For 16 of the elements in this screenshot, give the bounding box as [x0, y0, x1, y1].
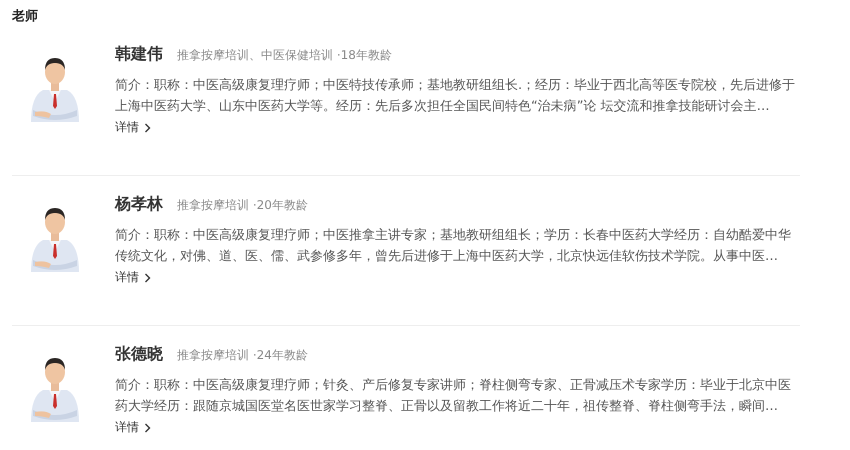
teacher-bio: 简介：职称：中医高级康复理疗师；针灸、产后修复专家讲师；脊柱侧弯专家、正骨减压术专家学历：毕业于北京中医药大学经历：跟随京城国医堂名医世家学习整脊、正骨以及留教工作将近二十年，祖传整脊、脊柱侧弯手法，瞬间…: [115, 377, 792, 416]
teacher-bio: 简介：职称：中医高级康复理疗师；中医推拿主讲专家；基地教研组组长；学历：长春中医药大学经历：自幼酷爱中华传统文化，对佛、道、医、儒、武参修多年，曾先后进修于上海中医药大学，北京快远佳软伤技术学院。从事中医…: [115, 227, 792, 266]
teacher-tags: 推拿按摩培训 ·20年教龄: [177, 197, 308, 214]
details-link[interactable]: 详情: [115, 119, 151, 136]
details-link[interactable]: 详情: [115, 419, 151, 436]
section-title: 老师: [12, 8, 38, 26]
teacher-name: 韩建伟: [115, 44, 163, 65]
chevron-right-icon: [144, 122, 151, 132]
chevron-right-icon: [144, 272, 151, 282]
chevron-right-icon: [144, 422, 151, 432]
details-link[interactable]: 详情: [115, 269, 151, 286]
teacher-name: 杨孝林: [115, 194, 163, 215]
teacher-tags: 推拿按摩培训 ·24年教龄: [177, 347, 308, 364]
teacher-name: 张德晓: [115, 344, 163, 365]
teacher-bio: 简介：职称：中医高级康复理疗师；中医特技传承师；基地教研组组长.；经历：毕业于西北高等医专院校，先后进修于上海中医药大学、山东中医药大学等。经历：先后多次担任全国民间特色“治未病”论 坛交流和推拿技能研讨会主…: [115, 77, 796, 116]
teacher-tags: 推拿按摩培训、中医保健培训 ·18年教龄: [177, 47, 392, 64]
